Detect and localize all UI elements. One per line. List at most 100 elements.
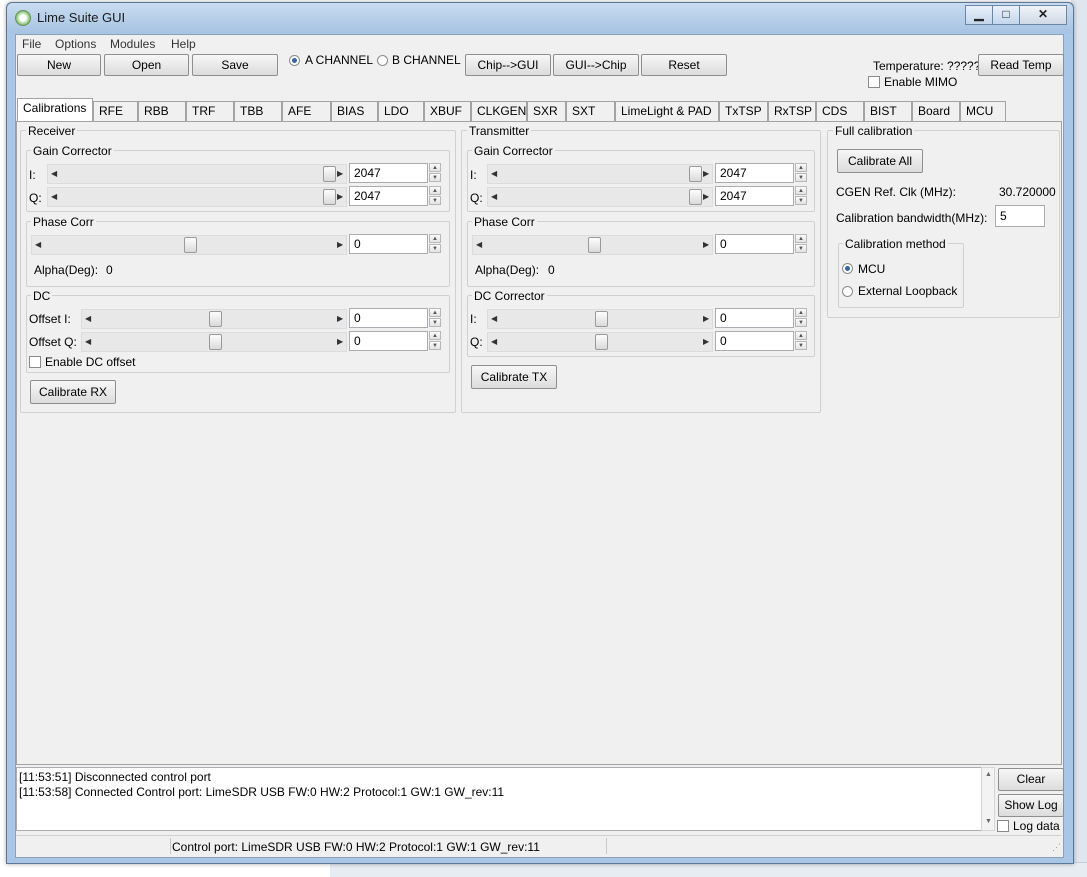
slider-thumb[interactable] — [588, 237, 601, 253]
spin-down-icon[interactable]: ▼ — [795, 341, 807, 350]
tx-dc-i-slider[interactable]: ◀ ▶ — [487, 309, 713, 329]
tab-sxt[interactable]: SXT — [566, 101, 615, 121]
spin-down-icon[interactable]: ▼ — [429, 173, 441, 182]
scroll-up-icon[interactable]: ▲ — [985, 771, 992, 778]
rx-offset-q-slider[interactable]: ◀ ▶ — [81, 332, 347, 352]
slider-thumb[interactable] — [689, 189, 702, 205]
slider-right-arrow-icon[interactable]: ▶ — [337, 169, 343, 178]
slider-thumb[interactable] — [209, 334, 222, 350]
reset-button[interactable]: Reset — [641, 54, 727, 76]
rx-gain-i-input[interactable]: 2047 — [349, 163, 428, 183]
chip-to-gui-button[interactable]: Chip-->GUI — [465, 54, 551, 76]
slider-left-arrow-icon[interactable]: ◀ — [35, 240, 41, 249]
maximize-button[interactable]: □ — [992, 5, 1020, 25]
tab-calibrations[interactable]: Calibrations — [17, 98, 93, 122]
channel-b-radio[interactable] — [377, 55, 388, 66]
tab-board[interactable]: Board — [912, 101, 960, 121]
slider-right-arrow-icon[interactable]: ▶ — [337, 314, 343, 323]
log-data-checkbox[interactable] — [997, 820, 1009, 832]
tab-cds[interactable]: CDS — [816, 101, 864, 121]
spin-up-icon[interactable]: ▲ — [795, 308, 807, 317]
rx-offset-i-slider[interactable]: ◀ ▶ — [81, 309, 347, 329]
spin-up-icon[interactable]: ▲ — [429, 186, 441, 195]
tab-rxtsp[interactable]: RxTSP — [768, 101, 816, 121]
spin-up-icon[interactable]: ▲ — [429, 163, 441, 172]
slider-right-arrow-icon[interactable]: ▶ — [337, 192, 343, 201]
calibrate-rx-button[interactable]: Calibrate RX — [30, 380, 116, 404]
tab-sxr[interactable]: SXR — [527, 101, 566, 121]
slider-right-arrow-icon[interactable]: ▶ — [703, 240, 709, 249]
spin-down-icon[interactable]: ▼ — [429, 318, 441, 327]
tab-clkgen[interactable]: CLKGEN — [471, 101, 527, 121]
slider-left-arrow-icon[interactable]: ◀ — [85, 314, 91, 323]
tab-limelight-pad[interactable]: LimeLight & PAD — [615, 101, 719, 121]
read-temp-button[interactable]: Read Temp — [978, 54, 1064, 76]
rx-gain-q-slider[interactable]: ◀ ▶ — [47, 187, 347, 207]
enable-dc-offset-checkbox[interactable] — [29, 356, 41, 368]
slider-right-arrow-icon[interactable]: ▶ — [703, 169, 709, 178]
scroll-down-icon[interactable]: ▼ — [985, 818, 992, 825]
gui-to-chip-button[interactable]: GUI-->Chip — [553, 54, 639, 76]
slider-thumb[interactable] — [323, 189, 336, 205]
spin-up-icon[interactable]: ▲ — [429, 331, 441, 340]
slider-thumb[interactable] — [595, 334, 608, 350]
spin-down-icon[interactable]: ▼ — [429, 196, 441, 205]
slider-thumb[interactable] — [184, 237, 197, 253]
calibrate-all-button[interactable]: Calibrate All — [837, 149, 923, 173]
menu-help[interactable]: Help — [171, 37, 196, 51]
close-button[interactable]: ✕ — [1019, 5, 1067, 25]
tx-gain-i-slider[interactable]: ◀ ▶ — [487, 164, 713, 184]
rx-offset-i-input[interactable]: 0 — [349, 308, 428, 328]
enable-mimo-checkbox[interactable] — [868, 76, 880, 88]
slider-left-arrow-icon[interactable]: ◀ — [51, 192, 57, 201]
resize-grip-icon[interactable]: ⋰ — [1052, 842, 1061, 853]
slider-thumb[interactable] — [689, 166, 702, 182]
tx-phase-slider[interactable]: ◀ ▶ — [472, 235, 713, 255]
slider-right-arrow-icon[interactable]: ▶ — [703, 192, 709, 201]
tab-mcu[interactable]: MCU — [960, 101, 1006, 121]
tx-phase-input[interactable]: 0 — [715, 234, 794, 254]
minimize-button[interactable]: ▁ — [965, 5, 993, 25]
slider-right-arrow-icon[interactable]: ▶ — [703, 337, 709, 346]
spin-up-icon[interactable]: ▲ — [795, 163, 807, 172]
tx-dc-i-input[interactable]: 0 — [715, 308, 794, 328]
spin-up-icon[interactable]: ▲ — [429, 234, 441, 243]
slider-left-arrow-icon[interactable]: ◀ — [491, 337, 497, 346]
spin-down-icon[interactable]: ▼ — [795, 244, 807, 253]
slider-right-arrow-icon[interactable]: ▶ — [703, 314, 709, 323]
rx-gain-q-input[interactable]: 2047 — [349, 186, 428, 206]
slider-left-arrow-icon[interactable]: ◀ — [476, 240, 482, 249]
slider-right-arrow-icon[interactable]: ▶ — [337, 337, 343, 346]
tx-gain-q-slider[interactable]: ◀ ▶ — [487, 187, 713, 207]
tab-trf[interactable]: TRF — [186, 101, 234, 121]
tx-dc-q-slider[interactable]: ◀ ▶ — [487, 332, 713, 352]
slider-thumb[interactable] — [595, 311, 608, 327]
spin-up-icon[interactable]: ▲ — [795, 234, 807, 243]
spin-up-icon[interactable]: ▲ — [795, 331, 807, 340]
slider-thumb[interactable] — [209, 311, 222, 327]
slider-left-arrow-icon[interactable]: ◀ — [491, 169, 497, 178]
tab-ldo[interactable]: LDO — [378, 101, 424, 121]
menu-modules[interactable]: Modules — [110, 37, 155, 51]
spin-down-icon[interactable]: ▼ — [429, 341, 441, 350]
tab-rfe[interactable]: RFE — [93, 101, 138, 121]
tab-xbuf[interactable]: XBUF — [424, 101, 471, 121]
rx-phase-slider[interactable]: ◀ ▶ — [31, 235, 347, 255]
menu-options[interactable]: Options — [55, 37, 96, 51]
spin-up-icon[interactable]: ▲ — [795, 186, 807, 195]
new-button[interactable]: New — [17, 54, 101, 76]
open-button[interactable]: Open — [104, 54, 189, 76]
save-button[interactable]: Save — [192, 54, 278, 76]
tx-gain-i-input[interactable]: 2047 — [715, 163, 794, 183]
calibration-bandwidth-input[interactable]: 5 — [995, 205, 1045, 227]
rx-offset-q-input[interactable]: 0 — [349, 331, 428, 351]
tx-gain-q-input[interactable]: 2047 — [715, 186, 794, 206]
slider-left-arrow-icon[interactable]: ◀ — [491, 314, 497, 323]
tab-rbb[interactable]: RBB — [138, 101, 186, 121]
slider-right-arrow-icon[interactable]: ▶ — [337, 240, 343, 249]
log-scrollbar[interactable]: ▲ ▼ — [981, 767, 995, 831]
title-bar[interactable]: Lime Suite GUI ▁ □ ✕ — [7, 3, 1073, 33]
log-view[interactable]: [11:53:51] Disconnected control port [11… — [16, 767, 982, 831]
slider-left-arrow-icon[interactable]: ◀ — [491, 192, 497, 201]
rx-gain-i-slider[interactable]: ◀ ▶ — [47, 164, 347, 184]
